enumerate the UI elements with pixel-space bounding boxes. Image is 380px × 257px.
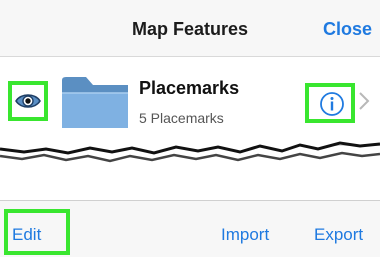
chevron-right-icon	[359, 92, 370, 110]
close-button[interactable]: Close	[323, 19, 372, 40]
edit-button[interactable]: Edit	[12, 225, 41, 245]
navigation-bar: Map Features Close	[0, 0, 380, 57]
map-features-screen: Map Features Close Placemarks 5 Placemar…	[0, 0, 380, 257]
item-title: Placemarks	[139, 78, 240, 98]
torn-edge-divider	[0, 128, 380, 180]
folder-icon	[62, 77, 128, 129]
eye-icon	[15, 94, 41, 108]
export-button[interactable]: Export	[314, 225, 363, 245]
visibility-toggle[interactable]	[8, 81, 48, 121]
info-icon	[320, 92, 344, 116]
import-button[interactable]: Import	[221, 225, 269, 245]
bottom-toolbar: Edit Import Export	[0, 200, 380, 257]
item-subtitle: 5 Placemarks	[139, 110, 224, 126]
info-button[interactable]	[305, 83, 355, 123]
